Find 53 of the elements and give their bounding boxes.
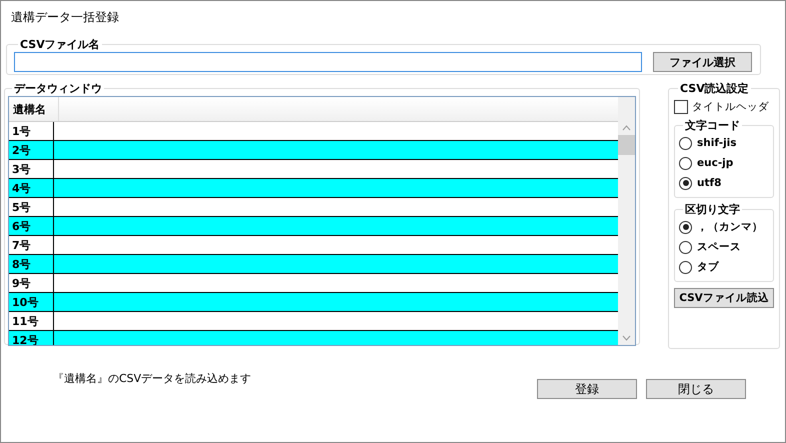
- input-field[interactable]: [14, 52, 642, 72]
- table-row[interactable]: 9号: [9, 274, 618, 293]
- column-header[interactable]: 遺構名: [9, 97, 59, 121]
- table-row[interactable]: 6号: [9, 217, 618, 236]
- radio-label[interactable]: タブ: [697, 260, 719, 274]
- radio-label[interactable]: euc-jp: [697, 157, 734, 169]
- dialog-button[interactable]: 登録: [537, 379, 637, 399]
- table-cell: 2号: [9, 141, 54, 159]
- radio-label[interactable]: スペース: [697, 240, 741, 254]
- group-label: 文字コード: [684, 118, 741, 133]
- radio-label[interactable]: utf8: [697, 177, 722, 189]
- checkbox-label[interactable]: タイトルヘッダ: [692, 100, 769, 114]
- table-row[interactable]: 11号: [9, 312, 618, 331]
- table-cell: 9号: [9, 274, 54, 292]
- radio-button[interactable]: [679, 156, 692, 170]
- group-label: CSV読込設定: [679, 81, 750, 96]
- table-row[interactable]: 1号: [9, 122, 618, 141]
- group-label: 区切り文字: [684, 202, 741, 217]
- table-cell: 7号: [9, 236, 54, 254]
- table-row[interactable]: 10号: [9, 293, 618, 312]
- table-row[interactable]: 3号: [9, 160, 618, 179]
- file-select-button[interactable]: ファイル選択: [653, 52, 752, 72]
- table-cell: 11号: [9, 312, 54, 330]
- radio-button[interactable]: [679, 240, 692, 254]
- checkbox[interactable]: [674, 100, 688, 114]
- table-cell: 1号: [9, 122, 54, 140]
- radio-button[interactable]: [679, 220, 692, 234]
- radio-button[interactable]: [679, 136, 692, 150]
- scrollbar[interactable]: [618, 97, 635, 345]
- radio-button[interactable]: [679, 260, 692, 274]
- table-cell: 4号: [9, 179, 54, 197]
- radio-label[interactable]: ，（カンマ）: [697, 220, 763, 234]
- table-cell: 6号: [9, 217, 54, 235]
- table-row[interactable]: 4号: [9, 179, 618, 198]
- table-row[interactable]: 5号: [9, 198, 618, 217]
- radio-label[interactable]: shif-jis: [697, 137, 737, 149]
- table-cell: 12号: [9, 331, 54, 345]
- dialog-button[interactable]: 閉じる: [646, 379, 746, 399]
- load-csv-button[interactable]: CSVファイル読込: [674, 288, 774, 308]
- scroll-thumb[interactable]: [618, 135, 635, 155]
- table-row[interactable]: 2号: [9, 141, 618, 160]
- table-cell: 3号: [9, 160, 54, 178]
- table-row[interactable]: 12号: [9, 331, 618, 345]
- table-cell: 5号: [9, 198, 54, 216]
- group-label: CSVファイル名: [19, 37, 101, 52]
- table-cell: 8号: [9, 255, 54, 273]
- window-title: 遺構データ一括登録: [10, 9, 120, 26]
- table-cell: 10号: [9, 293, 54, 311]
- info-text: 『遺構名』のCSVデータを読み込めます: [53, 371, 252, 386]
- group-label: データウィンドウ: [13, 81, 103, 96]
- radio-button[interactable]: [679, 176, 692, 190]
- table-row[interactable]: 7号: [9, 236, 618, 255]
- table-row[interactable]: 8号: [9, 255, 618, 274]
